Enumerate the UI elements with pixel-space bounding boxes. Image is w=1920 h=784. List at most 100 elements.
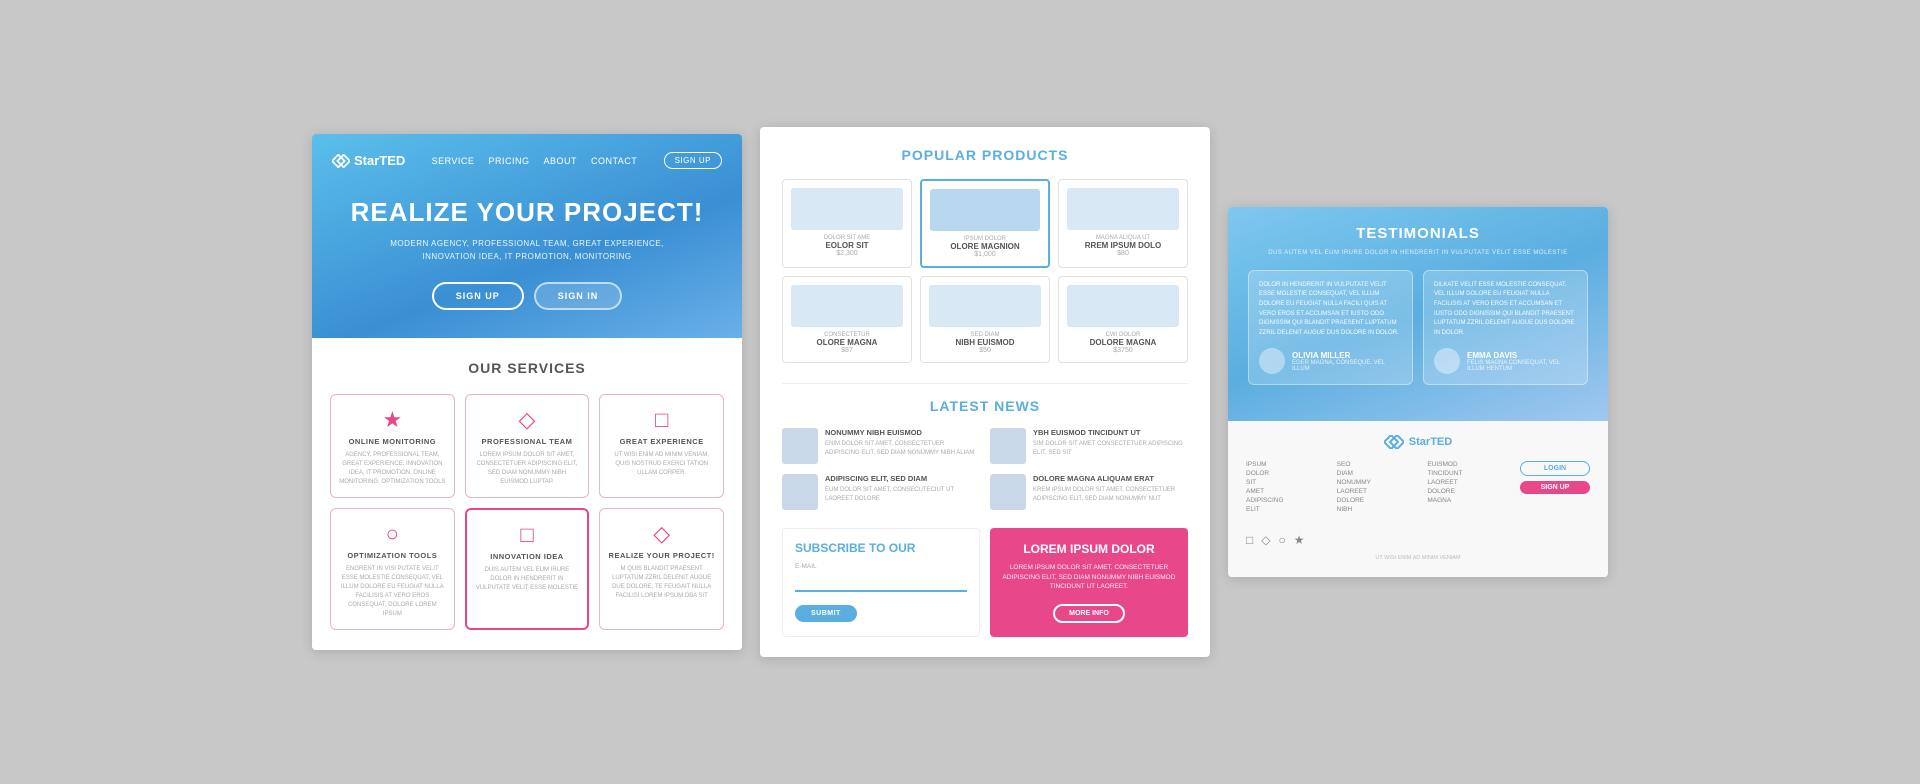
news-grid: NONUMMY NIBH EUISMOD ENIM DOLOR SIT AMET… (782, 428, 1188, 510)
service-name-4: INNOVATION IDEA (475, 552, 580, 561)
news-item-text-2: EUM DOLOR SIT AMET, CONSECUTECIUT UT LAO… (825, 486, 980, 504)
product-thumb-5 (1067, 285, 1179, 327)
testimonial-role-0: EGER MAGNA, CONSEQUE. VEL ILLUM (1292, 360, 1402, 372)
news-item-1: YBH EUISMOD TINCIDUNT UT SIM DOLOR SIT A… (990, 428, 1188, 464)
product-name-0: EOLOR SIT (791, 241, 903, 250)
product-card-1: IPSUM DOLOR OLORE MAGNION $1,000 (920, 179, 1050, 268)
news-thumb-3 (990, 474, 1026, 510)
product-name-4: NIBH EUISMOD (929, 338, 1041, 347)
footer-login-button[interactable]: LOGIN (1520, 461, 1590, 476)
logo-icon (332, 154, 350, 168)
nav-service[interactable]: SERVICE (432, 156, 475, 166)
product-name-3: OLORE MAGNA (791, 338, 903, 347)
service-desc-4: DUIS AUTEM VEL EUM IRURE DOLOR IN HENDRE… (475, 566, 580, 593)
panel-3: Testimonials DUS AUTEM VEL EUM IRURE DOL… (1228, 207, 1608, 578)
news-thumb-1 (990, 428, 1026, 464)
service-card-4: □ INNOVATION IDEA DUIS AUTEM VEL EUM IRU… (465, 508, 590, 630)
service-name-2: GREAT EXPERIENCE (608, 437, 715, 446)
footer-link-col3-4: MAGNA (1427, 497, 1510, 504)
nav-about[interactable]: ABOUT (543, 156, 577, 166)
news-item-3: DOLORE MAGNA ALIQUAM ERAT KREM IPSUM DOL… (990, 474, 1188, 510)
product-card-4: SED DIAM NIBH EUISMOD $50 (920, 276, 1050, 363)
testimonial-card-1: DILKATE VELIT ESSE MOLESTIE CONSEQUAT, V… (1423, 270, 1588, 386)
news-item-text-0: ENIM DOLOR SIT AMET, CONSECTETUER ADIPIS… (825, 440, 980, 458)
news-item-text-1: SIM DOLOR SIT AMET CONSECTETUER ADIPISCI… (1033, 440, 1188, 458)
service-desc-1: LOREM IPSUM DOLOR SIT AMET, CONSECTETUER… (474, 451, 581, 487)
footer-link-4: ADIPISCING (1246, 497, 1329, 504)
footer-social-icons: □ ◇ ○ ★ (1246, 533, 1590, 547)
service-icon-0: ★ (339, 409, 446, 431)
subscribe-email-input[interactable] (795, 579, 967, 592)
product-price-5: $3750 (1067, 347, 1179, 354)
news-item-text-3: KREM IPSUM DOLOR SIT AMET, CONSECTETUER … (1033, 486, 1188, 504)
footer-col-2: SEO DIAM NONUMMY LAOREET DOLORE NIBH (1337, 461, 1420, 513)
product-card-5: CWI DOLOR DOLORE MAGNA $3750 (1058, 276, 1188, 363)
hero-signin-button[interactable]: SIGN IN (534, 282, 623, 310)
logo-text: StarTED (354, 153, 405, 168)
panel3-footer: StarTED IPSUM DOLOR SIT AMET ADIPISCING … (1228, 421, 1608, 577)
service-desc-0: AGENCY, PROFESSIONAL TEAM, GREAT EXPERIE… (339, 451, 446, 487)
footer-link-col2-1: DIAM (1337, 470, 1420, 477)
more-info-button[interactable]: MORE INFO (1053, 604, 1125, 623)
promo-text: LOREM IPSUM DOLOR SIT AMET, CONSECTETUER… (1002, 563, 1176, 592)
footer-col-3: EUISMOD TINCIDUNT LAOREET DOLORE MAGNA (1427, 461, 1510, 513)
testimonial-avatar-1 (1434, 348, 1460, 374)
product-thumb-4 (929, 285, 1041, 327)
footer-logo-text: StarTED (1409, 436, 1452, 448)
product-thumb-1 (930, 189, 1040, 231)
service-card-1: ◇ PROFESSIONAL TEAM LOREM IPSUM DOLOR SI… (465, 394, 590, 498)
service-name-3: OPTIMIZATION TOOLS (339, 551, 446, 560)
product-price-2: $80 (1067, 250, 1179, 257)
subscribe-title: SUBSCRIBE TO OUR (795, 541, 967, 555)
news-item-title-0: NONUMMY NIBH EUISMOD (825, 428, 980, 437)
services-grid: ★ ONLINE MONITORING AGENCY, PROFESSIONAL… (330, 394, 724, 630)
footer-link-col2-3: LAOREET (1337, 488, 1420, 495)
product-thumb-2 (1067, 188, 1179, 230)
testimonials-subtitle: DUS AUTEM VEL EUM IRURE DOLOR IN HENDRER… (1248, 250, 1588, 256)
footer-link-col2-0: SEO (1337, 461, 1420, 468)
testimonials-section: Testimonials DUS AUTEM VEL EUM IRURE DOL… (1228, 207, 1608, 422)
nav-links: SERVICE PRICING ABOUT CONTACT (432, 156, 638, 166)
footer-icon-circle[interactable]: ○ (1278, 533, 1285, 547)
footer-link-col3-3: DOLORE (1427, 488, 1510, 495)
subscribe-label: E-MAIL (795, 563, 967, 570)
product-card-3: CONSECTETUR OLORE MAGNA $87 (782, 276, 912, 363)
testimonial-info-0: OLIVIA MILLER EGER MAGNA, CONSEQUE. VEL … (1292, 351, 1402, 372)
testimonial-name-1: EMMA DAVIS (1467, 351, 1577, 360)
news-content-3: DOLORE MAGNA ALIQUAM ERAT KREM IPSUM DOL… (1033, 474, 1188, 504)
testimonials-cards: DOLOR IN HENDRERIT IN VULPUTATE VELIT ES… (1248, 270, 1588, 386)
service-icon-2: □ (608, 409, 715, 431)
service-icon-4: □ (475, 524, 580, 546)
service-icon-1: ◇ (474, 409, 581, 431)
promo-box: LOREM IPSUM DOLOR LOREM IPSUM DOLOR SIT … (990, 528, 1188, 637)
product-price-3: $87 (791, 347, 903, 354)
logo: StarTED (332, 153, 405, 168)
nav-contact[interactable]: CONTACT (591, 156, 637, 166)
news-thumb-0 (782, 428, 818, 464)
product-name-2: RREM IPSUM DOLO (1067, 241, 1179, 250)
service-desc-5: M QUIS BLANDIT PRAESENT LUPTATUM ZZRIL D… (608, 565, 715, 601)
news-content-2: ADIPISCING ELIT, SED DIAM EUM DOLOR SIT … (825, 474, 980, 504)
testimonials-title: Testimonials (1248, 225, 1588, 242)
footer-icon-square[interactable]: □ (1246, 533, 1253, 547)
testimonial-text-1: DILKATE VELIT ESSE MOLESTIE CONSEQUAT, V… (1434, 281, 1577, 339)
footer-link-col3-1: TINCIDUNT (1427, 470, 1510, 477)
footer-signup-button[interactable]: SIGN UP (1520, 481, 1590, 494)
product-name-1: OLORE MAGNION (930, 242, 1040, 251)
service-desc-2: UT WISI ENIM AD MINIM VENIAM, QUIS NOSTR… (608, 451, 715, 478)
subscribe-submit-button[interactable]: SUBMIT (795, 605, 857, 622)
testimonial-info-1: EMMA DAVIS FELIS MAGNA CONSEQUAT, VEL IL… (1467, 351, 1577, 372)
hero-signup-button[interactable]: SIGN UP (432, 282, 524, 310)
news-thumb-2 (782, 474, 818, 510)
nav-signup-button[interactable]: SIGN UP (664, 152, 722, 169)
navbar: StarTED SERVICE PRICING ABOUT CONTACT SI… (332, 152, 722, 169)
footer-icon-diamond[interactable]: ◇ (1261, 533, 1270, 547)
footer-logo: StarTED (1246, 435, 1590, 449)
panel2-bottom: SUBSCRIBE TO OUR E-MAIL SUBMIT LOREM IPS… (782, 528, 1188, 637)
footer-icon-star[interactable]: ★ (1294, 533, 1305, 547)
testimonial-person-0: OLIVIA MILLER EGER MAGNA, CONSEQUE. VEL … (1259, 348, 1402, 374)
product-card-0: DOLOR SIT AME EOLOR SIT $2,300 (782, 179, 912, 268)
nav-pricing[interactable]: PRICING (488, 156, 529, 166)
products-title: POPULAR PRODUCTS (782, 147, 1188, 163)
service-icon-5: ◇ (608, 523, 715, 545)
